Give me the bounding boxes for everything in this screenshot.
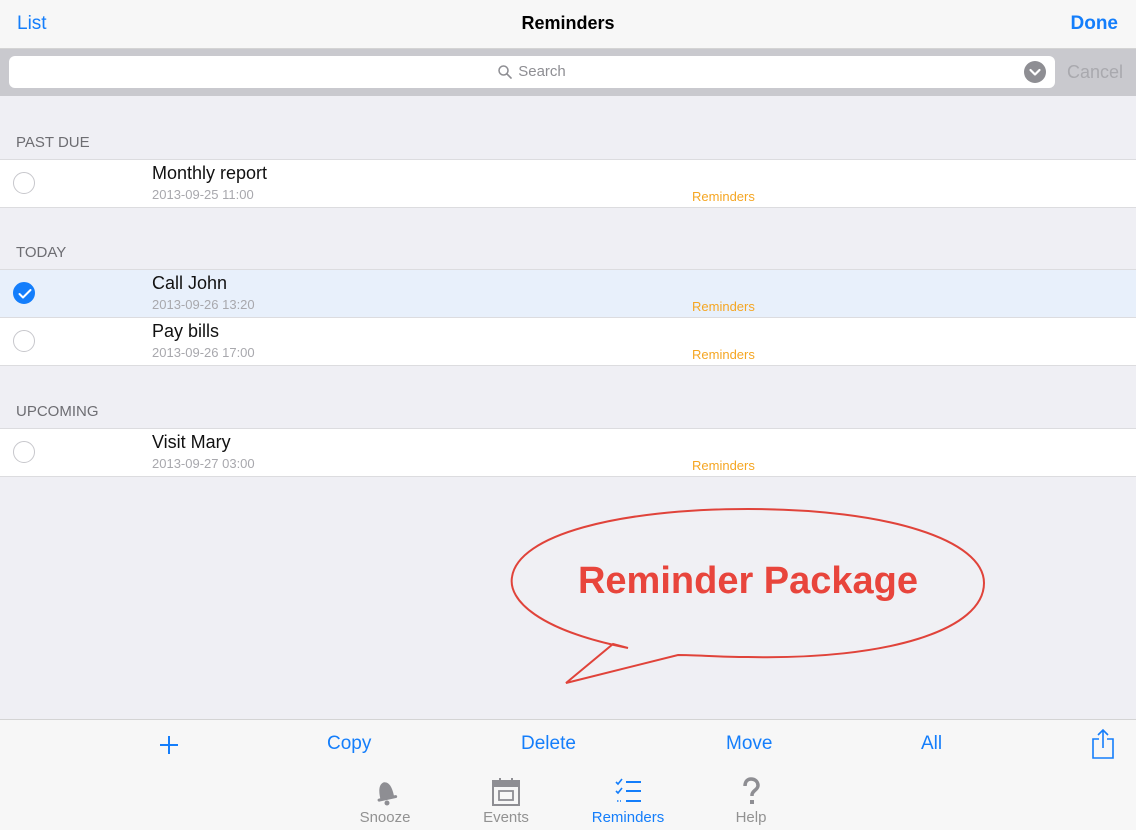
reminder-list-tag: Reminders — [692, 458, 755, 473]
section-header-upcoming: UPCOMING — [16, 403, 99, 420]
delete-button[interactable]: Delete — [521, 733, 576, 755]
calendar-icon — [492, 778, 520, 806]
reminder-title: Visit Mary — [152, 432, 231, 452]
tab-snooze[interactable]: Snooze — [335, 768, 435, 830]
tab-label: Help — [735, 809, 767, 826]
tab-label: Reminders — [591, 809, 665, 826]
section-header-past-due: PAST DUE — [16, 134, 90, 151]
annotation-text: Reminder Package — [577, 560, 919, 602]
tab-help[interactable]: Help — [701, 768, 801, 830]
cancel-button[interactable]: Cancel — [1067, 62, 1123, 83]
tab-reminders[interactable]: Reminders — [578, 768, 678, 830]
page-title: Reminders — [521, 13, 615, 33]
reminder-list-tag: Reminders — [692, 299, 755, 314]
copy-button[interactable]: Copy — [327, 733, 371, 755]
reminder-date: 2013-09-27 03:00 — [152, 456, 255, 471]
bell-icon — [377, 782, 398, 806]
reminder-row[interactable]: Call John 2013-09-26 13:20 Reminders — [0, 269, 1136, 318]
search-bar: Search Cancel — [0, 49, 1136, 96]
checkmark-icon — [18, 289, 32, 299]
reminder-row[interactable]: Monthly report 2013-09-25 11:00 Reminder… — [0, 159, 1136, 208]
reminder-title: Call John — [152, 273, 228, 293]
navigation-bar: List Reminders Done — [0, 0, 1136, 49]
reminder-row[interactable]: Pay bills 2013-09-26 17:00 Reminders — [0, 318, 1136, 366]
reminder-list-tag: Reminders — [692, 347, 755, 362]
move-button[interactable]: Move — [726, 733, 772, 755]
done-button[interactable]: Done — [1071, 13, 1119, 35]
reminder-row[interactable]: Visit Mary 2013-09-27 03:00 Reminders — [0, 428, 1136, 477]
reminder-list-tag: Reminders — [692, 189, 755, 204]
checkbox[interactable] — [13, 330, 35, 352]
reminder-date: 2013-09-26 17:00 — [152, 345, 255, 360]
plus-icon[interactable] — [159, 735, 179, 755]
action-toolbar: Copy Delete Move All — [0, 719, 1136, 769]
section-header-today: TODAY — [16, 244, 67, 261]
search-placeholder-text: Search — [518, 63, 566, 80]
checkbox[interactable] — [13, 282, 35, 304]
all-button[interactable]: All — [921, 733, 942, 755]
share-icon[interactable] — [1091, 728, 1115, 760]
tab-label: Events — [483, 809, 529, 826]
reminder-title: Pay bills — [152, 321, 220, 341]
reminder-title: Monthly report — [152, 163, 268, 183]
search-placeholder: Search — [9, 63, 1055, 80]
reminder-date: 2013-09-25 11:00 — [152, 187, 254, 202]
dropdown-chevron-icon[interactable] — [1024, 61, 1046, 83]
tab-bar: Snooze Events Reminders Help — [0, 768, 1136, 830]
checkbox[interactable] — [13, 172, 35, 194]
question-icon — [743, 777, 760, 804]
tab-events[interactable]: Events — [456, 768, 556, 830]
search-input[interactable]: Search — [9, 56, 1055, 88]
reminder-date: 2013-09-26 13:20 — [152, 297, 255, 312]
search-icon — [498, 65, 513, 79]
tab-label: Snooze — [359, 809, 411, 826]
checklist-icon — [615, 778, 641, 802]
checkbox[interactable] — [13, 441, 35, 463]
